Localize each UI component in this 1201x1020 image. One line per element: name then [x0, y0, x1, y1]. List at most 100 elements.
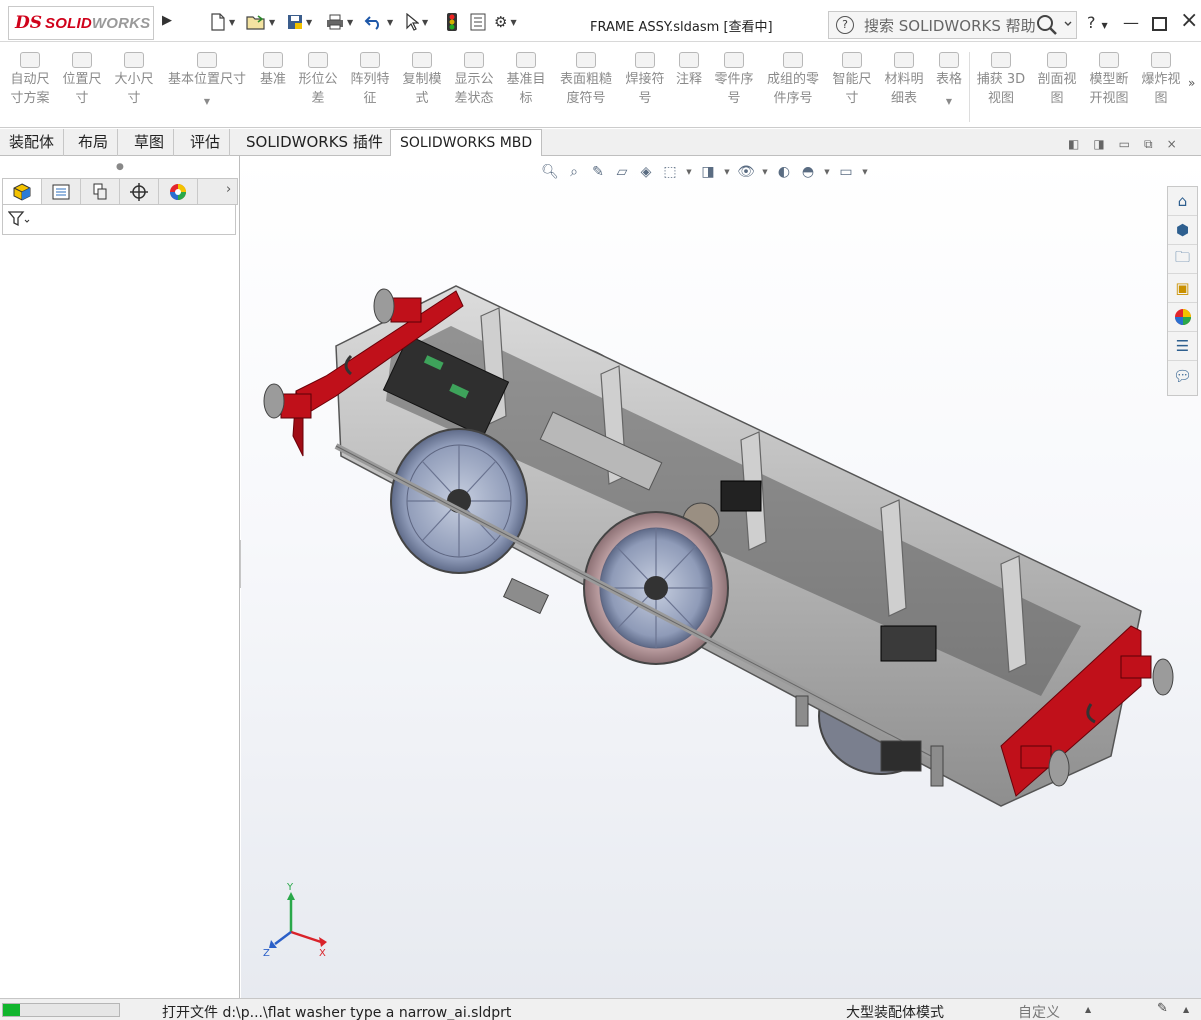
graphics-area[interactable]: 🔍︎ ⌕ ✎ ▱ ◈ ⬚ ▼ ◨ ▼ 👁︎ ▼ ◐ ◓ ▼ ▭ ▼ ⌂ ⬢ 🗀︎… [241, 156, 1201, 998]
help-menu-button[interactable]: ? ▼ [1087, 13, 1108, 32]
printer-icon [327, 14, 343, 30]
display-manager-tab[interactable] [159, 179, 198, 204]
file-properties-icon [470, 13, 486, 31]
copy-scheme-button[interactable]: 复制模 式 [398, 52, 446, 108]
stacked-balloon-button[interactable]: 成组的零 件序号 [762, 52, 824, 108]
custom-properties-icon[interactable]: ☰ [1168, 332, 1197, 361]
auto-dimension-button[interactable]: 自动尺 寸方案 [6, 52, 54, 108]
quick-tips-icon[interactable]: ✎ [1157, 1001, 1168, 1016]
location-dimension-button[interactable]: 位置尺 寸 [58, 52, 106, 108]
capture-3d-view-button[interactable]: 捕获 3D 视图 [974, 52, 1028, 108]
solidworks-logo[interactable]: DS SOLIDWORKS [8, 6, 154, 40]
filter-icon[interactable] [7, 211, 30, 227]
command-label: 零件序 号 [714, 72, 754, 106]
search-input[interactable]: 搜索 SOLIDWORKS 帮助 [864, 15, 1036, 36]
table-icon [939, 52, 959, 68]
command-label: 表格 [935, 72, 962, 87]
section-view-button[interactable]: 剖面视 图 [1033, 52, 1081, 108]
tab-mbd[interactable]: SOLIDWORKS MBD [390, 129, 543, 157]
undo-icon [364, 16, 379, 30]
tab-assembly[interactable]: 装配体 [0, 129, 65, 156]
chevron-down-icon: ▼ [269, 17, 276, 27]
search-icon[interactable] [1034, 13, 1076, 37]
capture-3d-view-icon [991, 52, 1011, 68]
chevron-up-icon[interactable]: ▲ [1183, 1005, 1189, 1014]
chevron-down-icon: ▼ [347, 17, 354, 27]
property-list-icon [52, 184, 70, 199]
exploded-view-icon [1151, 52, 1171, 68]
unit-system-selector[interactable]: 自定义 [1018, 1002, 1060, 1020]
chevron-up-icon[interactable]: ▲ [1085, 1005, 1091, 1014]
wheel-front-left [390, 428, 528, 574]
toolbar-separator [969, 52, 970, 122]
configuration-manager-tab[interactable] [81, 179, 120, 204]
pattern-feature-button[interactable]: 阵列特 征 [346, 52, 394, 108]
datum-button[interactable]: 基准 [256, 52, 290, 89]
file-properties-button[interactable] [470, 12, 486, 32]
feature-manager-tab[interactable] [3, 179, 42, 204]
balloon-button[interactable]: 零件序 号 [710, 52, 758, 108]
menu-expand-icon[interactable]: ▶ [159, 10, 175, 32]
logo-text-1: SOLID [45, 14, 92, 32]
table-button[interactable]: 表格 ▼ [932, 52, 966, 111]
datum-target-button[interactable]: 基准目 标 [502, 52, 550, 108]
file-explorer-icon[interactable]: 🗀︎ [1168, 245, 1197, 274]
forum-icon[interactable]: 💬︎ [1168, 361, 1197, 390]
viewport-window-controls[interactable]: ◧◨▭⧉× [1068, 137, 1191, 152]
help-icon[interactable]: ? [836, 16, 854, 34]
command-label: 基准 [259, 72, 286, 87]
appearances-icon[interactable] [1168, 303, 1197, 332]
filter-bar[interactable] [2, 205, 236, 235]
property-manager-tab[interactable] [42, 179, 81, 204]
rebuild-button[interactable] [446, 12, 458, 32]
feature-manager-panel: ● › [0, 156, 240, 998]
surface-finish-button[interactable]: 表面粗糙 度符号 [555, 52, 617, 108]
solidworks-window: DS SOLIDWORKS ▶ ▼ ▼ ▼ ▼ ▼ ▼ ⚙ ▼ FRAME AS… [0, 0, 1201, 1020]
open-document-button[interactable]: ▼ [246, 12, 275, 32]
frame-assembly-model[interactable] [241, 156, 1201, 998]
weld-symbol-button[interactable]: 焊接符 号 [621, 52, 669, 108]
command-label: 形位公 差 [298, 72, 338, 106]
chevron-right-icon[interactable]: › [226, 182, 231, 197]
command-label: 捕获 3D 视图 [976, 72, 1026, 106]
show-tolerance-status-button[interactable]: 显示公 差状态 [450, 52, 498, 108]
home-icon[interactable]: ⌂ [1168, 187, 1197, 216]
search-help-box[interactable]: ? 搜索 SOLIDWORKS 帮助 [828, 11, 1077, 39]
command-label: 爆炸视 图 [1141, 72, 1181, 106]
tab-layout[interactable]: 布局 [69, 129, 119, 156]
task-pane-tabs: ⌂ ⬢ 🗀︎ ▣ ☰ 💬︎ [1167, 186, 1198, 396]
command-label: 基准目 标 [506, 72, 546, 106]
section-view-icon [1047, 52, 1067, 68]
undo-button[interactable]: ▼ [364, 12, 393, 32]
view-palette-icon[interactable]: ▣ [1168, 274, 1197, 303]
progress-fill [3, 1004, 21, 1016]
smart-dimension-button[interactable]: 智能尺 寸 [828, 52, 876, 108]
note-button[interactable]: 注释 [672, 52, 706, 89]
chevron-down-icon: ▼ [203, 97, 211, 106]
panel-grip[interactable]: ● [116, 162, 124, 172]
tab-sketch[interactable]: 草图 [125, 129, 175, 156]
command-label: 智能尺 寸 [832, 72, 872, 106]
bom-button[interactable]: 材料明 细表 [880, 52, 928, 108]
design-library-icon[interactable]: ⬢ [1168, 216, 1197, 245]
maximize-button[interactable] [1152, 17, 1167, 31]
chevron-down-icon: ▼ [422, 17, 429, 27]
save-button[interactable]: ▼ [287, 12, 312, 32]
smart-dimension-icon [842, 52, 862, 68]
geometric-tolerance-button[interactable]: 形位公 差 [294, 52, 342, 108]
model-break-view-button[interactable]: 模型断 开视图 [1085, 52, 1133, 108]
exploded-view-button[interactable]: 爆炸视 图 [1137, 52, 1185, 108]
basic-location-dimension-button[interactable]: 基本位置尺寸 ▼ [163, 52, 251, 111]
datum-icon [263, 52, 283, 68]
new-document-button[interactable]: ▼ [210, 12, 235, 32]
tab-addins[interactable]: SOLIDWORKS 插件 [237, 129, 393, 156]
more-commands-icon[interactable]: » [1188, 76, 1195, 90]
print-button[interactable]: ▼ [326, 12, 353, 32]
size-dimension-button[interactable]: 大小尺 寸 [110, 52, 158, 108]
close-button[interactable]: × [1180, 8, 1198, 33]
options-button[interactable]: ⚙ ▼ [494, 12, 517, 32]
select-button[interactable]: ▼ [405, 12, 428, 32]
minimize-button[interactable]: — [1123, 13, 1139, 32]
tab-evaluate[interactable]: 评估 [181, 129, 231, 156]
dimxpert-manager-tab[interactable] [120, 179, 159, 204]
